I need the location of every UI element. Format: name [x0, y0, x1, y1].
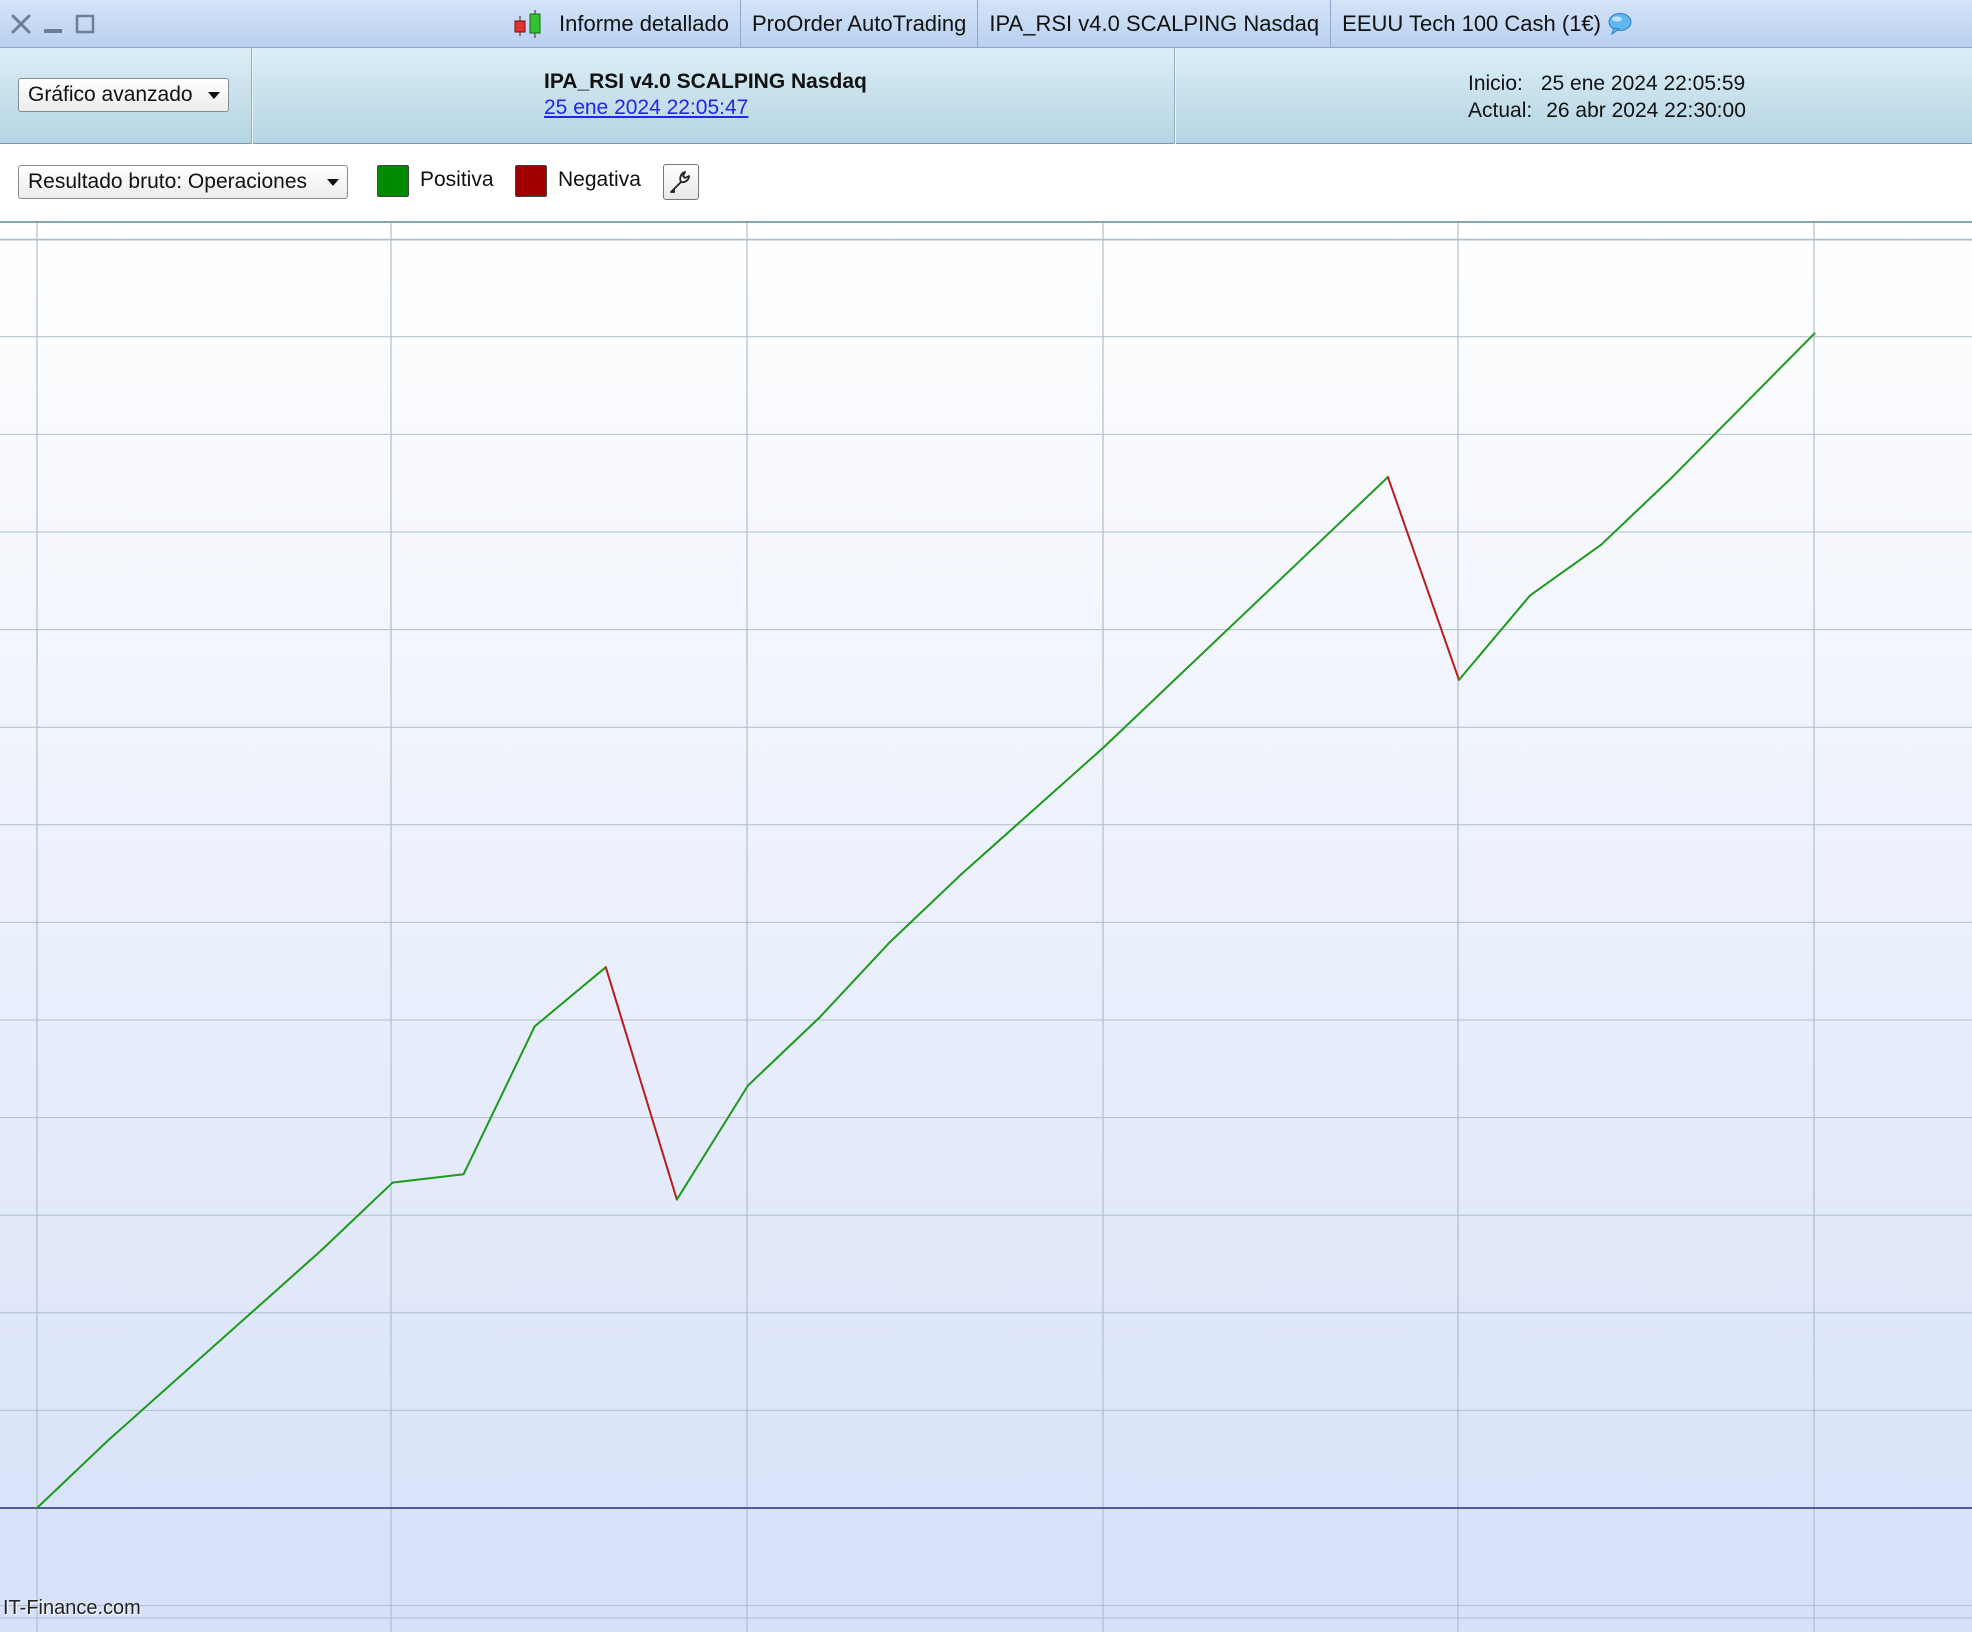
equity-chart-svg — [0, 223, 1972, 1632]
tab-label: ProOrder AutoTrading — [752, 11, 967, 36]
tab-label: IPA_RSI v4.0 SCALPING Nasdaq — [989, 11, 1320, 36]
tab-informe-detallado[interactable]: Informe detallado — [500, 0, 741, 48]
strategy-date-link[interactable]: 25 ene 2024 22:05:47 — [544, 96, 748, 120]
tab-strategy[interactable]: IPA_RSI v4.0 SCALPING Nasdaq — [978, 0, 1332, 48]
current-row: Actual: 26 abr 2024 22:30:00 — [1468, 97, 1746, 124]
header-divider — [251, 48, 253, 144]
result-mode-label: Resultado bruto: Operaciones — [28, 170, 307, 193]
start-value: 25 ene 2024 22:05:59 — [1540, 72, 1746, 95]
start-row: Inicio: 25 ene 2024 22:05:59 — [1468, 70, 1746, 97]
equity-chart[interactable]: IT-Finance.com — [0, 223, 1972, 1632]
title-bar: Informe detallado ProOrder AutoTrading I… — [0, 0, 1972, 48]
chevron-down-icon — [208, 91, 220, 99]
chart-mode-label: Gráfico avanzado — [28, 83, 193, 106]
positive-color-swatch[interactable] — [377, 165, 409, 197]
chart-mode-dropdown[interactable]: Gráfico avanzado — [18, 78, 229, 112]
header-divider — [1174, 48, 1176, 144]
tab-label: EEUU Tech 100 Cash (1€) — [1342, 11, 1601, 36]
current-label: Actual: — [1468, 99, 1533, 122]
tab-proorder-autotrading[interactable]: ProOrder AutoTrading — [741, 0, 979, 48]
chevron-down-icon — [327, 178, 339, 186]
positive-label: Positiva — [420, 168, 494, 191]
negative-label: Negativa — [558, 168, 641, 191]
strategy-header: Gráfico avanzado IPA_RSI v4.0 SCALPING N… — [0, 48, 1972, 144]
watermark: IT-Finance.com — [3, 1597, 141, 1619]
chart-toolbar: Resultado bruto: Operaciones Positiva Ne… — [0, 144, 1972, 223]
tab-bar: Informe detallado ProOrder AutoTrading I… — [500, 0, 1644, 48]
negative-color-swatch[interactable] — [515, 165, 547, 197]
tab-label: Informe detallado — [559, 11, 729, 36]
result-mode-dropdown[interactable]: Resultado bruto: Operaciones — [18, 165, 348, 199]
maximize-icon[interactable] — [70, 9, 100, 39]
candlestick-icon — [511, 8, 545, 40]
speech-bubble-icon[interactable] — [1607, 12, 1633, 36]
start-label: Inicio: — [1468, 72, 1523, 95]
time-range: Inicio: 25 ene 2024 22:05:59 Actual: 26 ab… — [1468, 70, 1746, 124]
close-icon[interactable] — [6, 9, 36, 39]
tab-instrument[interactable]: EEUU Tech 100 Cash (1€) — [1331, 0, 1644, 48]
current-value: 26 abr 2024 22:30:00 — [1546, 99, 1746, 122]
minimize-icon[interactable] — [38, 9, 68, 39]
wrench-icon[interactable] — [663, 164, 699, 200]
strategy-name: IPA_RSI v4.0 SCALPING Nasdaq — [544, 70, 867, 93]
